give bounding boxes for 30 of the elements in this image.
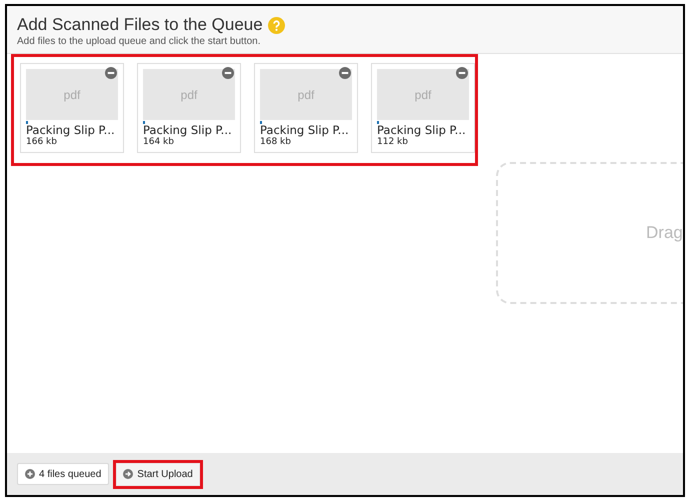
file-name: Packing Slip P... [260,124,350,137]
minus-circle-icon [222,67,234,79]
file-card[interactable]: pdf Packing Slip P... 166 kb [20,63,124,153]
file-type-label: pdf [298,86,314,104]
file-name: Packing Slip P... [377,124,467,137]
start-upload-button[interactable]: Start Upload [117,464,199,484]
remove-button[interactable] [105,67,117,79]
file-type-label: pdf [180,86,198,104]
file-name: Packing Slip P... [26,124,116,137]
file-size: 166 kb [26,137,58,147]
file-size: 164 kb [143,137,175,147]
minus-circle-icon [456,67,468,79]
file-name: Packing Slip P... [143,124,233,137]
file-card[interactable]: pdf Packing Slip P... 164 kb [137,63,241,153]
file-type-label: pdf [64,86,80,104]
minus-circle-icon [339,67,351,79]
remove-button[interactable] [222,67,234,79]
file-type-label: pdf [414,86,432,104]
files-queued-button[interactable]: 4 files queued [17,463,110,485]
arrow-circle-icon [123,469,134,479]
remove-button[interactable] [339,67,351,79]
plus-circle-icon [25,469,35,479]
remove-button[interactable] [456,67,468,79]
page-title: Add Scanned Files to the Queue [17,14,263,36]
file-size: 168 kb [260,137,292,147]
file-card[interactable]: pdf Packing Slip P... 112 kb [371,63,475,153]
page-subtitle: Add files to the upload queue and click the start button. [17,36,262,48]
file-size: 112 kb [377,137,409,147]
file-card[interactable]: pdf Packing Slip P... 168 kb [254,63,358,153]
minus-circle-icon [105,67,117,79]
